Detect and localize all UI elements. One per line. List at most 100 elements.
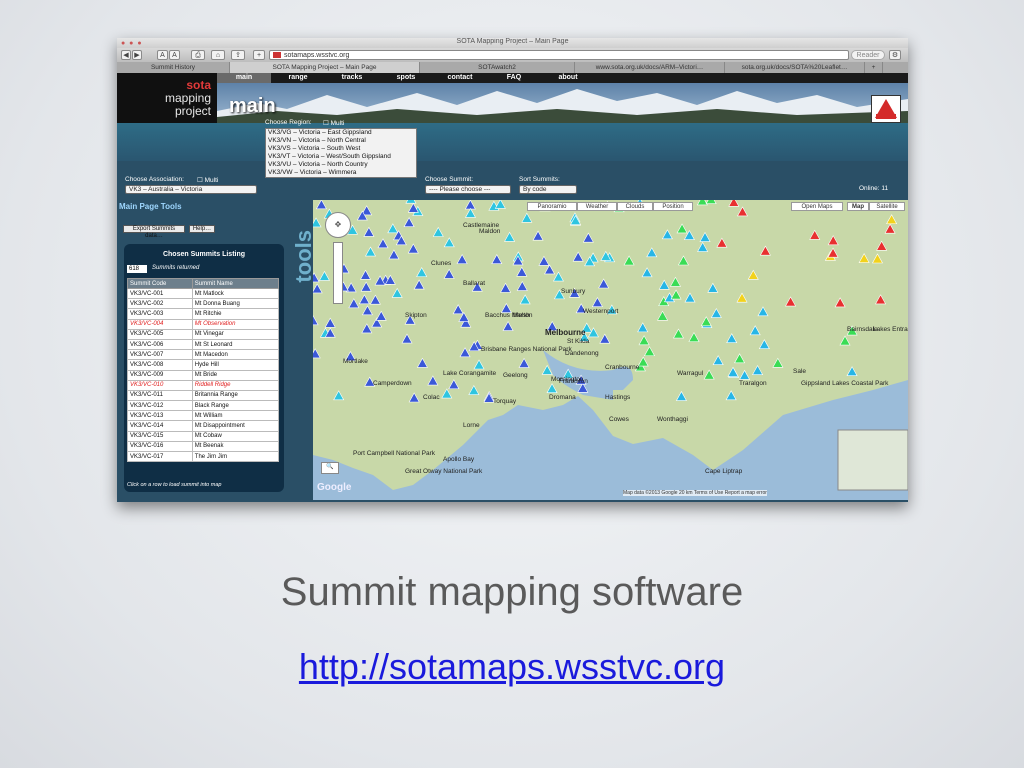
export-summits-button[interactable]: Export Summits data…: [123, 225, 185, 239]
address-bar[interactable]: sotamaps.wsstvc.org: [269, 50, 849, 60]
region-option[interactable]: VK3/VG – Victoria – East Gippsland: [266, 129, 416, 137]
map-place-label: Mortlake: [343, 358, 368, 365]
page-title: main: [229, 95, 276, 117]
selector-strip: [117, 123, 908, 161]
weather-button[interactable]: Weather: [577, 202, 617, 211]
nav-faq[interactable]: FAQ: [487, 73, 541, 83]
association-multi-checkbox[interactable]: ☐ Multi: [197, 176, 218, 184]
table-row[interactable]: VK3/VC-010 Riddell Ridge: [127, 379, 280, 391]
table-row[interactable]: VK3/VC-016 Mt Beenak: [127, 440, 280, 453]
table-row[interactable]: VK3/VC-007 Mt Macedon: [127, 349, 280, 361]
print-button[interactable]: ⎙: [191, 50, 205, 60]
settings-gear-icon[interactable]: ⚙: [889, 50, 901, 60]
col-summit-code[interactable]: Summit Code: [127, 278, 193, 289]
nav-spots[interactable]: spots: [379, 73, 433, 83]
map-place-label: Cape Liptrap: [705, 468, 743, 475]
region-listbox[interactable]: VK3/VG – Victoria – East Gippsland VK3/V…: [265, 128, 417, 178]
association-select[interactable]: VK3 – Australia – Victoria: [125, 185, 257, 194]
table-row[interactable]: VK3/VC-003 Mt Ritchie: [127, 308, 280, 320]
site-logo[interactable]: sota mapping project: [117, 73, 217, 123]
nav-main[interactable]: main: [217, 73, 271, 83]
map-place-label: Gippsland Lakes Coastal Park: [801, 380, 889, 387]
summit-code-cell: VK3/VC-011: [127, 389, 193, 402]
summit-name-cell: Mt Vinegar: [191, 328, 280, 340]
map-place-label: Cranbourne: [605, 364, 640, 371]
sotamaps-link[interactable]: http://sotamaps.wsstvc.org: [0, 646, 1024, 688]
nav-contact[interactable]: contact: [433, 73, 487, 83]
share-button[interactable]: ⇪: [231, 50, 245, 60]
help-button[interactable]: Help…: [189, 225, 215, 233]
summits-listing: Chosen Summits Listing 618 Summits retur…: [124, 244, 284, 492]
summit-name-cell: Mt Donna Buang: [191, 298, 280, 310]
nav-range[interactable]: range: [271, 73, 325, 83]
table-row[interactable]: VK3/VC-015 Mt Cobaw: [127, 430, 280, 442]
nav-about[interactable]: about: [541, 73, 595, 83]
zoom-search-icon[interactable]: 🔍: [321, 462, 339, 474]
table-row[interactable]: VK3/VC-006 Mt St Leonard: [127, 338, 280, 351]
sota-site: sota mapping project main range tracks s…: [117, 73, 908, 502]
summit-marker-icon[interactable]: [705, 200, 717, 205]
zoom-control[interactable]: [333, 242, 343, 304]
map-place-label: Lake Corangamite: [443, 370, 497, 377]
position-button[interactable]: Position: [653, 202, 693, 211]
table-row[interactable]: VK3/VC-001 Mt Matlock: [127, 287, 280, 300]
map-place-label: Westernport: [583, 308, 619, 315]
home-button[interactable]: ⌂: [211, 50, 225, 60]
summit-name-cell: Hyde Hill: [191, 359, 280, 371]
region-option[interactable]: VK3/VU – Victoria – North Country: [266, 161, 416, 169]
col-summit-name[interactable]: Summit Name: [191, 278, 280, 289]
table-row[interactable]: VK3/VC-013 Mt William: [127, 410, 280, 422]
map-place-label: Torquay: [493, 398, 517, 405]
url-text: sotamaps.wsstvc.org: [284, 52, 350, 59]
table-row[interactable]: VK3/VC-014 Mt Disappointment: [127, 420, 280, 432]
new-tab-button[interactable]: +: [865, 62, 883, 73]
region-option[interactable]: VK3/VN – Victoria – North Central: [266, 137, 416, 145]
browser-window: ● ● ● SOTA Mapping Project – Main Page ◀…: [117, 38, 908, 502]
table-row[interactable]: VK3/VC-011 Britannia Range: [127, 389, 280, 402]
tab-sota-main[interactable]: SOTA Mapping Project – Main Page: [230, 62, 420, 73]
title-bar: ● ● ● SOTA Mapping Project – Main Page: [117, 38, 908, 48]
map-type-map[interactable]: Map: [847, 202, 869, 211]
table-row[interactable]: VK3/VC-017 The Jim Jim: [127, 450, 280, 463]
summit-code-cell: VK3/VC-004: [127, 318, 193, 330]
clouds-button[interactable]: Clouds: [617, 202, 653, 211]
add-bookmark-button[interactable]: +: [253, 50, 265, 60]
tab-summit-history[interactable]: Summit History: [117, 62, 230, 73]
region-multi-checkbox[interactable]: ☐ Multi: [323, 119, 344, 127]
table-row[interactable]: VK3/VC-004 Mt Observation: [127, 318, 280, 330]
table-row[interactable]: VK3/VC-012 Black Range: [127, 400, 280, 412]
forward-button[interactable]: ▶: [132, 50, 142, 60]
text-larger-button[interactable]: A: [169, 50, 180, 60]
summit-code-cell: VK3/VC-010: [127, 379, 193, 391]
map-attribution[interactable]: Map data ©2013 Google 20 km Terms of Use…: [623, 490, 767, 496]
summit-map[interactable]: Panoramio Weather Clouds Position Open M…: [313, 200, 908, 500]
tab-arm-victoria[interactable]: www.sota.org.uk/docs/ARM–Victori…: [575, 62, 725, 73]
summit-select[interactable]: ---- Please choose ---: [425, 185, 511, 194]
summit-name-cell: Mt Cobaw: [191, 430, 280, 442]
listing-footer: Click on a row to load summit into map: [127, 482, 222, 488]
table-row[interactable]: VK3/VC-002 Mt Donna Buang: [127, 298, 280, 310]
region-option[interactable]: VK3/VS – Victoria – South West: [266, 145, 416, 153]
table-row[interactable]: VK3/VC-005 Mt Vinegar: [127, 328, 280, 340]
summit-name-cell: Britannia Range: [191, 389, 280, 402]
sort-select[interactable]: By code: [519, 185, 577, 194]
tab-sota-leaflet[interactable]: sota.org.uk/docs/SOTA%20Leaflet…: [725, 62, 865, 73]
table-row[interactable]: VK3/VC-009 Mt Bride: [127, 369, 280, 381]
summit-code-cell: VK3/VC-003: [127, 308, 193, 320]
text-smaller-button[interactable]: A: [157, 50, 168, 60]
reader-button[interactable]: Reader: [851, 50, 885, 60]
panoramio-button[interactable]: Panoramio: [527, 202, 577, 211]
tab-sotawatch2[interactable]: SOTAwatch2: [420, 62, 575, 73]
pan-control-icon[interactable]: ✥: [325, 212, 351, 238]
summit-name-cell: Mt Bride: [191, 369, 280, 381]
table-row[interactable]: VK3/VC-008 Hyde Hill: [127, 359, 280, 371]
region-option[interactable]: VK3/VT – Victoria – West/South Gippsland: [266, 153, 416, 161]
slide-caption: Summit mapping software: [280, 570, 744, 614]
summit-code-cell: VK3/VC-015: [127, 430, 193, 442]
region-option[interactable]: VK3/VW – Victoria – Wimmera: [266, 169, 416, 177]
nav-tracks[interactable]: tracks: [325, 73, 379, 83]
open-maps-select[interactable]: Open Maps: [791, 202, 843, 211]
map-type-satellite[interactable]: Satellite: [869, 202, 905, 211]
back-button[interactable]: ◀: [121, 50, 131, 60]
summit-marker-icon[interactable]: [405, 200, 417, 204]
